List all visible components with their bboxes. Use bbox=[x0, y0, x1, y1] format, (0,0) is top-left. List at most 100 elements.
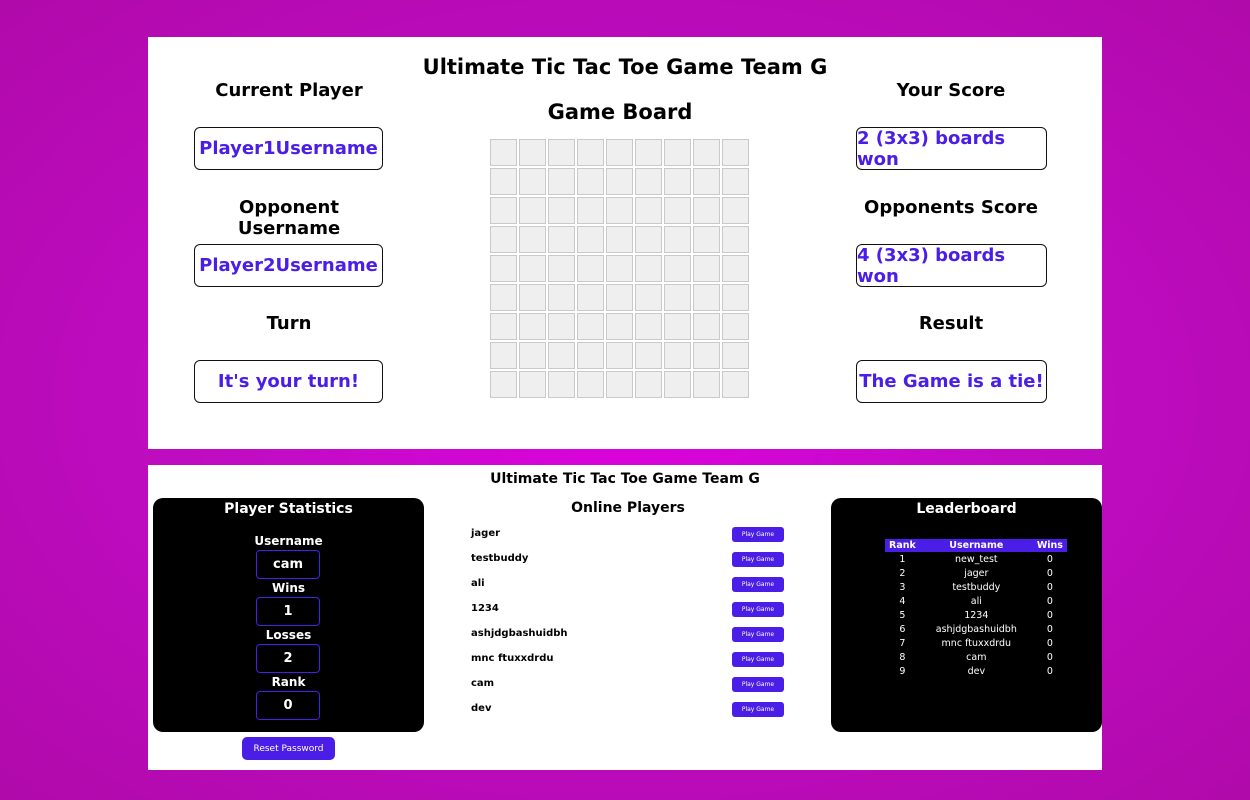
board-cell[interactable] bbox=[519, 139, 546, 166]
board-cell[interactable] bbox=[664, 255, 691, 282]
board-cell[interactable] bbox=[519, 197, 546, 224]
board-cell[interactable] bbox=[519, 255, 546, 282]
board-cell[interactable] bbox=[606, 342, 633, 369]
board-cell[interactable] bbox=[606, 371, 633, 398]
board-cell[interactable] bbox=[664, 284, 691, 311]
play-game-button[interactable]: Play Game bbox=[732, 702, 784, 717]
username-value: cam bbox=[256, 550, 320, 579]
board-cell[interactable] bbox=[490, 255, 517, 282]
board-cell[interactable] bbox=[519, 342, 546, 369]
play-game-button[interactable]: Play Game bbox=[732, 677, 784, 692]
opponent-username-label: Opponent Username bbox=[237, 197, 341, 239]
board-cell[interactable] bbox=[577, 371, 604, 398]
board-cell[interactable] bbox=[635, 197, 662, 224]
board-cell[interactable] bbox=[548, 255, 575, 282]
board-cell[interactable] bbox=[664, 168, 691, 195]
board-cell[interactable] bbox=[693, 197, 720, 224]
board-cell[interactable] bbox=[693, 342, 720, 369]
board-cell[interactable] bbox=[635, 342, 662, 369]
online-player-row: testbuddy Play Game bbox=[471, 552, 786, 568]
board-cell[interactable] bbox=[548, 284, 575, 311]
play-game-button[interactable]: Play Game bbox=[732, 652, 784, 667]
board-cell[interactable] bbox=[606, 255, 633, 282]
board-cell[interactable] bbox=[606, 313, 633, 340]
board-cell[interactable] bbox=[548, 371, 575, 398]
board-cell[interactable] bbox=[664, 313, 691, 340]
board-cell[interactable] bbox=[577, 284, 604, 311]
board-cell[interactable] bbox=[577, 313, 604, 340]
play-game-button[interactable]: Play Game bbox=[732, 602, 784, 617]
lobby-panel: Ultimate Tic Tac Toe Game Team G Player … bbox=[148, 465, 1102, 770]
board-cell[interactable] bbox=[664, 371, 691, 398]
board-cell[interactable] bbox=[693, 284, 720, 311]
board-cell[interactable] bbox=[577, 342, 604, 369]
play-game-button[interactable]: Play Game bbox=[732, 552, 784, 567]
board-cell[interactable] bbox=[693, 168, 720, 195]
board-cell[interactable] bbox=[722, 139, 749, 166]
board-cell[interactable] bbox=[606, 139, 633, 166]
board-cell[interactable] bbox=[693, 371, 720, 398]
board-cell[interactable] bbox=[693, 226, 720, 253]
play-game-button[interactable]: Play Game bbox=[732, 627, 784, 642]
board-cell[interactable] bbox=[548, 342, 575, 369]
board-cell[interactable] bbox=[722, 313, 749, 340]
board-cell[interactable] bbox=[548, 197, 575, 224]
board-cell[interactable] bbox=[722, 255, 749, 282]
board-cell[interactable] bbox=[490, 139, 517, 166]
board-cell[interactable] bbox=[519, 313, 546, 340]
board-cell[interactable] bbox=[664, 197, 691, 224]
online-player-name: 1234 bbox=[471, 603, 499, 614]
leaderboard-row: 4 ali 0 bbox=[885, 594, 1067, 608]
board-cell[interactable] bbox=[693, 139, 720, 166]
board-cell[interactable] bbox=[490, 342, 517, 369]
leaderboard-cell-username: ali bbox=[970, 595, 982, 607]
board-cell[interactable] bbox=[722, 168, 749, 195]
board-cell[interactable] bbox=[577, 197, 604, 224]
play-game-button[interactable]: Play Game bbox=[732, 527, 784, 542]
your-score-label: Your Score bbox=[896, 80, 1006, 101]
board-cell[interactable] bbox=[519, 168, 546, 195]
board-cell[interactable] bbox=[490, 168, 517, 195]
board-cell[interactable] bbox=[519, 284, 546, 311]
board-cell[interactable] bbox=[548, 226, 575, 253]
board-cell[interactable] bbox=[693, 255, 720, 282]
board-cell[interactable] bbox=[722, 197, 749, 224]
board-cell[interactable] bbox=[606, 226, 633, 253]
board-cell[interactable] bbox=[635, 255, 662, 282]
board-cell[interactable] bbox=[548, 168, 575, 195]
board-cell[interactable] bbox=[606, 197, 633, 224]
board-cell[interactable] bbox=[490, 313, 517, 340]
board-cell[interactable] bbox=[577, 139, 604, 166]
board-cell[interactable] bbox=[519, 226, 546, 253]
online-player-row: ali Play Game bbox=[471, 577, 786, 593]
board-cell[interactable] bbox=[577, 168, 604, 195]
board-cell[interactable] bbox=[548, 313, 575, 340]
board-cell[interactable] bbox=[635, 139, 662, 166]
board-cell[interactable] bbox=[664, 342, 691, 369]
board-cell[interactable] bbox=[722, 371, 749, 398]
board-cell[interactable] bbox=[490, 284, 517, 311]
board-cell[interactable] bbox=[635, 284, 662, 311]
board-cell[interactable] bbox=[577, 226, 604, 253]
board-cell[interactable] bbox=[635, 168, 662, 195]
board-cell[interactable] bbox=[548, 139, 575, 166]
board-cell[interactable] bbox=[722, 284, 749, 311]
board-cell[interactable] bbox=[635, 226, 662, 253]
board-cell[interactable] bbox=[722, 226, 749, 253]
board-cell[interactable] bbox=[693, 313, 720, 340]
board-cell[interactable] bbox=[722, 342, 749, 369]
game-title: Ultimate Tic Tac Toe Game Team G bbox=[422, 55, 828, 79]
board-cell[interactable] bbox=[490, 371, 517, 398]
reset-password-button[interactable]: Reset Password bbox=[242, 737, 335, 760]
board-cell[interactable] bbox=[664, 226, 691, 253]
board-cell[interactable] bbox=[519, 371, 546, 398]
play-game-button[interactable]: Play Game bbox=[732, 577, 784, 592]
board-cell[interactable] bbox=[577, 255, 604, 282]
board-cell[interactable] bbox=[635, 371, 662, 398]
board-cell[interactable] bbox=[606, 168, 633, 195]
board-cell[interactable] bbox=[635, 313, 662, 340]
board-cell[interactable] bbox=[606, 284, 633, 311]
board-cell[interactable] bbox=[490, 197, 517, 224]
board-cell[interactable] bbox=[490, 226, 517, 253]
board-cell[interactable] bbox=[664, 139, 691, 166]
